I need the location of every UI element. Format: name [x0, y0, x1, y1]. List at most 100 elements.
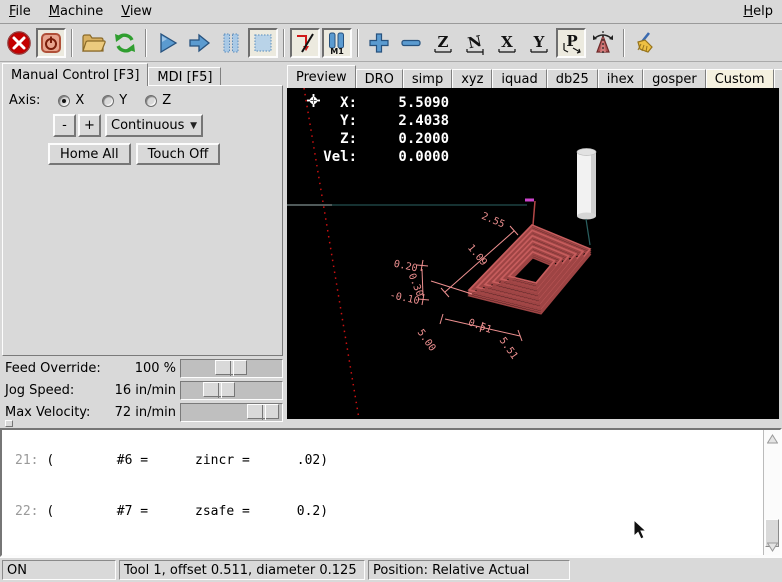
minus-icon: [399, 31, 423, 55]
scroll-down-arrow[interactable]: [764, 538, 781, 555]
stop-icon: [251, 31, 275, 55]
override-sliders: Feed Override: 100 % Jog Speed: 16 in/mi…: [0, 358, 285, 424]
dim-x-min: 5.00: [415, 328, 438, 354]
optional-pause-button[interactable]: M1: [322, 28, 352, 58]
home-row: Home All Touch Off: [48, 143, 225, 165]
view-z-button[interactable]: Z: [428, 28, 458, 58]
feed-override-value: 100 %: [80, 361, 176, 376]
touch-off-button[interactable]: Touch Off: [136, 143, 221, 165]
broom-icon: [632, 30, 658, 56]
dro-readout: X:5.5090 Y:2.4038 Z:0.2000 Vel:0.0000: [301, 94, 449, 166]
pane-sash-grip[interactable]: [5, 420, 13, 427]
feed-override-slider[interactable]: [180, 359, 283, 378]
slider-handle[interactable]: [203, 382, 235, 397]
max-velocity-label: Max Velocity:: [5, 405, 90, 420]
radio-indicator: [145, 95, 157, 107]
preview-tab-row: Preview DRO simp xyz iquad db25 ihex gos…: [287, 63, 782, 88]
view-p-icon: P: [559, 31, 583, 55]
view-x-icon: X: [495, 31, 519, 55]
view-z-rotated-button[interactable]: N: [460, 28, 490, 58]
view-z-icon: Z: [431, 31, 455, 55]
toolbar-separator: [145, 29, 147, 57]
menu-machine[interactable]: Machine: [40, 1, 112, 22]
view-perspective-button[interactable]: P: [556, 28, 586, 58]
axis-radio-z[interactable]: Z: [145, 93, 171, 108]
pause-button[interactable]: [216, 28, 246, 58]
dro-x-row: X:5.5090: [301, 94, 449, 112]
toolbar: M1 Z N X: [0, 25, 782, 62]
tab-dro[interactable]: DRO: [356, 69, 403, 88]
machine-power-button[interactable]: [36, 28, 66, 58]
dro-y-row: Y:2.4038: [301, 112, 449, 130]
plunge-line: [533, 201, 535, 225]
stop-button[interactable]: [248, 28, 278, 58]
reload-icon: [112, 30, 138, 56]
tab-manual-control[interactable]: Manual Control [F3]: [2, 63, 148, 86]
tab-db25[interactable]: db25: [547, 69, 598, 88]
zoom-out-button[interactable]: [396, 28, 426, 58]
axis-label: Axis:: [9, 93, 40, 108]
tab-iquad[interactable]: iquad: [492, 69, 546, 88]
clear-plot-button[interactable]: [630, 28, 660, 58]
feed-override-row: Feed Override: 100 %: [0, 358, 285, 380]
jog-speed-slider[interactable]: [180, 381, 283, 400]
optional-pause-icon: M1: [325, 31, 349, 55]
tab-simp[interactable]: simp: [403, 69, 452, 88]
gcode-line[interactable]: 22: ( #7 = zsafe = 0.2): [2, 503, 762, 520]
folder-icon: [80, 30, 106, 56]
tab-ihex[interactable]: ihex: [598, 69, 643, 88]
estop-icon: [6, 30, 32, 56]
toolbar-separator: [71, 29, 73, 57]
power-icon: [39, 31, 63, 55]
manual-control-frame: Axis: X Y Z - + Continuous: [2, 85, 283, 356]
step-arrow-icon: [187, 31, 211, 55]
estop-button[interactable]: [4, 28, 34, 58]
max-velocity-slider[interactable]: [180, 403, 283, 422]
dro-z-row: Z:0.2000: [301, 130, 449, 148]
tab-xyz[interactable]: xyz: [452, 69, 492, 88]
gcode-scrollbar[interactable]: [763, 430, 780, 555]
tab-preview[interactable]: Preview: [287, 65, 356, 88]
dim-x-span: 0.51: [467, 317, 493, 336]
preview-canvas[interactable]: 2.55 1.09 0.20 0.30 -0.10 5.00 0.51 5.51…: [287, 88, 779, 419]
gcode-text-area[interactable]: 21: ( #6 = zincr = .02) 22: ( #7 = zsafe…: [0, 428, 782, 557]
homed-icon: [307, 94, 320, 107]
jog-mode-dropdown[interactable]: Continuous ▼: [105, 114, 203, 137]
home-all-button[interactable]: Home All: [48, 143, 131, 165]
plus-icon: [367, 31, 391, 55]
menu-help[interactable]: Help: [734, 1, 782, 22]
run-icon: [155, 31, 179, 55]
view-n-icon: N: [463, 31, 487, 55]
view-y-icon: Y: [527, 31, 551, 55]
triangle-up-icon: [767, 434, 778, 444]
axis-radio-y[interactable]: Y: [102, 93, 127, 108]
step-button[interactable]: [184, 28, 214, 58]
jog-minus-button[interactable]: -: [53, 114, 76, 137]
chevron-down-icon: ▼: [190, 121, 197, 131]
run-button[interactable]: [152, 28, 182, 58]
axis-radio-x[interactable]: X: [58, 93, 84, 108]
open-file-button[interactable]: [78, 28, 108, 58]
jog-row: - + Continuous ▼: [53, 114, 203, 137]
menu-file[interactable]: File: [0, 1, 40, 22]
slider-handle[interactable]: [247, 404, 279, 419]
view-x-button[interactable]: X: [492, 28, 522, 58]
max-velocity-value: 72 in/min: [80, 405, 176, 420]
scroll-up-arrow[interactable]: [764, 430, 781, 447]
gcode-line[interactable]: 21: ( #6 = zincr = .02): [2, 452, 762, 469]
tab-gosper[interactable]: gosper: [643, 69, 706, 88]
view-y-button[interactable]: Y: [524, 28, 554, 58]
reload-file-button[interactable]: [110, 28, 140, 58]
tab-mdi[interactable]: MDI [F5]: [148, 67, 221, 86]
tab-custom[interactable]: Custom: [706, 69, 774, 88]
skip-lines-button[interactable]: [290, 28, 320, 58]
tab-ttt[interactable]: ttt: [774, 69, 782, 88]
menu-view[interactable]: View: [112, 1, 161, 22]
jog-plus-button[interactable]: +: [78, 114, 101, 137]
slider-handle[interactable]: [215, 360, 247, 375]
menu-bar: File Machine View Help: [0, 0, 782, 24]
rotate-view-button[interactable]: [588, 28, 618, 58]
toolbar-separator: [357, 29, 359, 57]
dim-y-span: 2.55: [480, 211, 506, 231]
zoom-in-button[interactable]: [364, 28, 394, 58]
